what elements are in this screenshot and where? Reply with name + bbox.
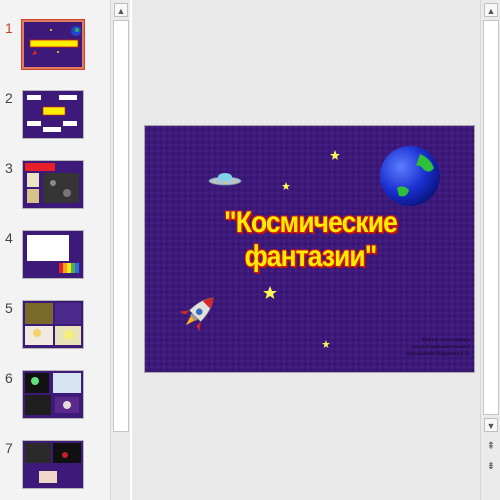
slide-thumbnail-1[interactable]: 1: [0, 19, 112, 74]
slide-title[interactable]: "Космические фантазии": [165, 206, 456, 274]
thumbnail-image[interactable]: [22, 300, 84, 349]
thumbnail-image[interactable]: [22, 230, 84, 279]
previous-slide-icon[interactable]: ⇞: [484, 440, 498, 454]
slide-edit-area: "Космические фантазии" Мастер-класс пров…: [132, 0, 480, 500]
credit-line: Мастер-класс провел: [421, 338, 470, 343]
thumbnail-image[interactable]: [21, 19, 85, 70]
presentation-editor: 1 2 3 4 5 6 7 ▲ "Космические фантазии" М…: [0, 0, 500, 500]
slide-number: 6: [5, 370, 13, 386]
scroll-up-arrow-icon[interactable]: ▲: [114, 3, 128, 17]
thumbnail-2-preview: [23, 91, 83, 137]
slide-credit-text[interactable]: Мастер-класс провел педагог дополнительн…: [350, 337, 470, 358]
earth-globe-icon: [380, 146, 440, 206]
thumbnail-4-preview: [23, 231, 83, 277]
slide-number: 4: [5, 230, 13, 246]
slide-thumbnail-2[interactable]: 2: [0, 90, 112, 144]
scroll-down-arrow-icon[interactable]: ▼: [484, 418, 498, 432]
slide-thumbnails-pane: 1 2 3 4 5 6 7: [0, 0, 112, 500]
main-slide[interactable]: "Космические фантазии" Мастер-класс пров…: [144, 125, 475, 373]
thumbnails-scrollbar[interactable]: ▲: [110, 0, 130, 500]
thumbnail-6-preview: [23, 371, 83, 417]
thumbnail-image[interactable]: [22, 370, 84, 419]
thumbnail-5-preview: [23, 301, 83, 347]
credit-line: педагог дополнительного: [412, 345, 470, 350]
thumbnail-image[interactable]: [22, 90, 84, 139]
slide-number: 3: [5, 160, 13, 176]
slide-number: 7: [5, 440, 13, 456]
scroll-up-arrow-icon[interactable]: ▲: [484, 3, 498, 17]
slide-scrollbar[interactable]: ▲ ▼ ⇞ ⇟: [480, 0, 500, 500]
thumbnail-1-preview: [24, 22, 82, 67]
slide-number: 2: [5, 90, 13, 106]
slide-number: 1: [5, 20, 13, 36]
slide-thumbnail-5[interactable]: 5: [0, 300, 112, 354]
thumbnail-image[interactable]: [22, 440, 84, 489]
slide-thumbnail-3[interactable]: 3: [0, 160, 112, 214]
thumbnail-3-preview: [23, 161, 83, 207]
slide-thumbnail-4[interactable]: 4: [0, 230, 112, 284]
slide-thumbnail-7[interactable]: 7: [0, 440, 112, 494]
credit-line: образования Шарипова Е.А.: [405, 352, 470, 357]
scrollbar-thumb[interactable]: [483, 20, 499, 415]
thumbnail-image[interactable]: [22, 160, 84, 209]
thumbnail-7-preview: [23, 441, 83, 487]
slide-number: 5: [5, 300, 13, 316]
slide-thumbnail-6[interactable]: 6: [0, 370, 112, 424]
scrollbar-thumb[interactable]: [113, 20, 129, 432]
next-slide-icon[interactable]: ⇟: [484, 460, 498, 474]
